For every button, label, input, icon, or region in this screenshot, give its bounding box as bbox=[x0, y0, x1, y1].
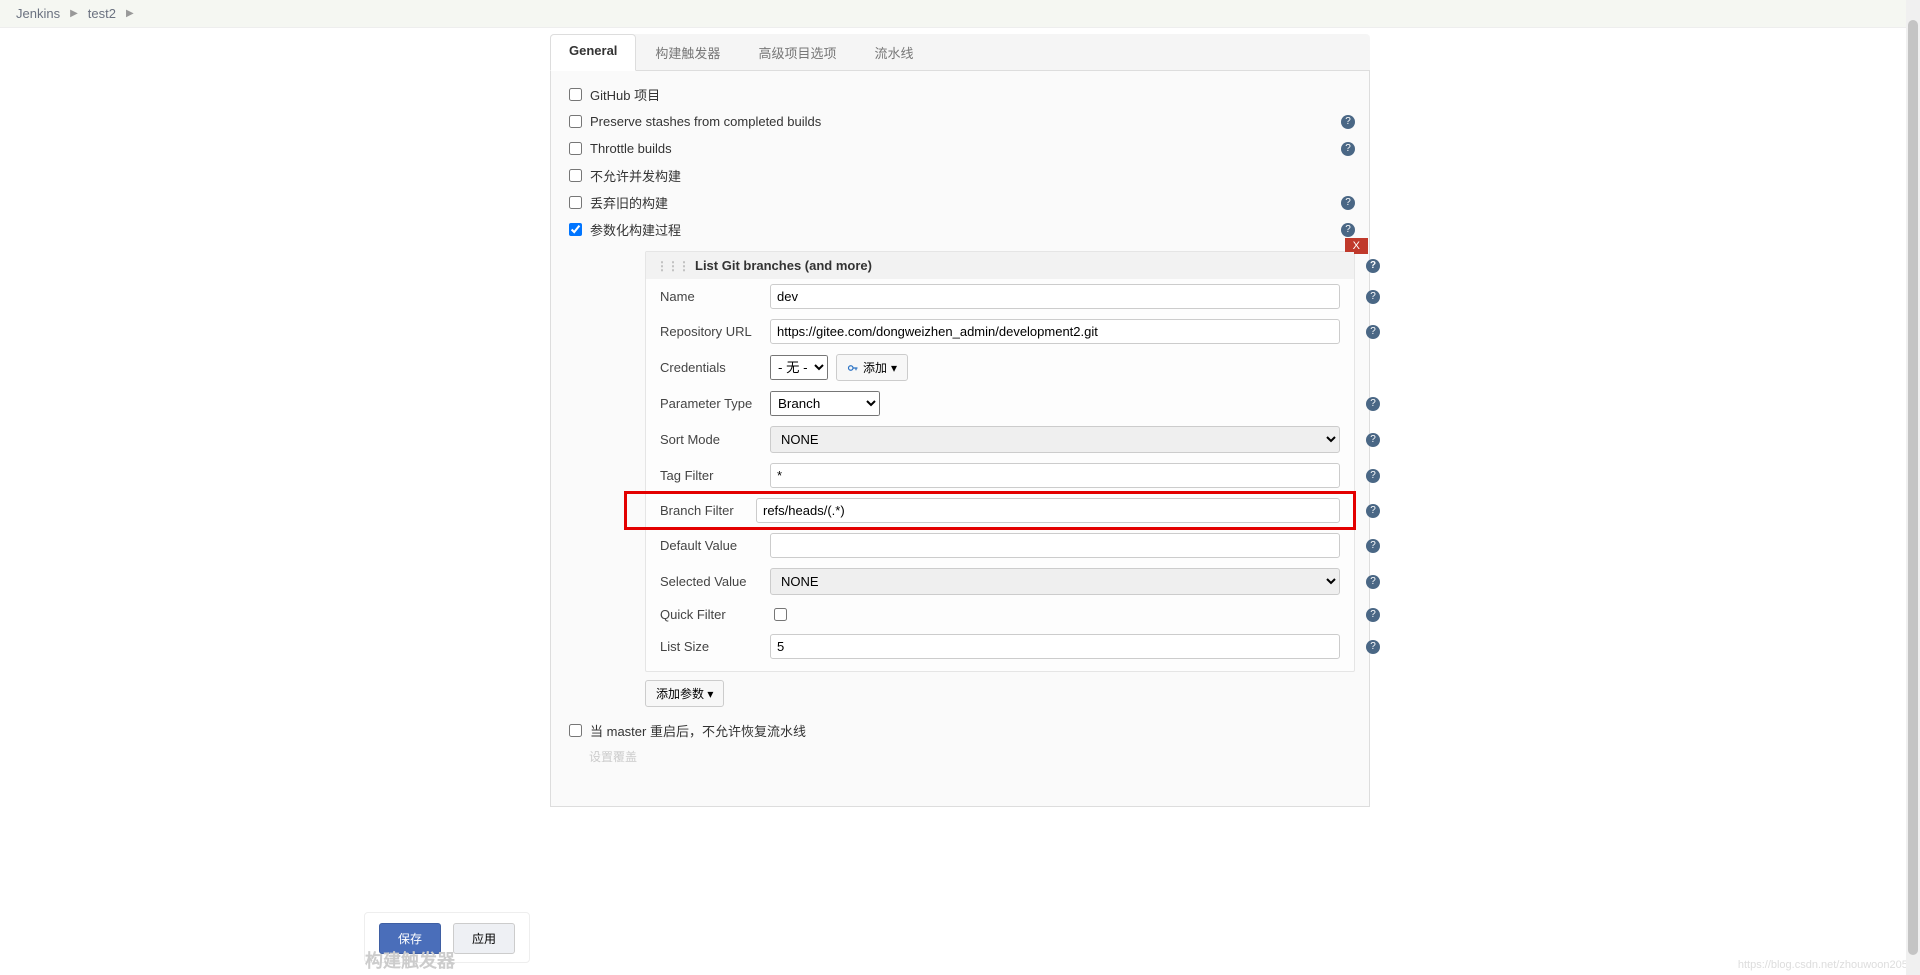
github-project-label: GitHub 项目 bbox=[590, 85, 660, 104]
throttle-builds-checkbox[interactable] bbox=[569, 142, 582, 155]
tab-advanced-project-options[interactable]: 高级项目选项 bbox=[739, 34, 855, 70]
add-credentials-button[interactable]: 添加 ▾ bbox=[836, 354, 908, 381]
add-credentials-label: 添加 bbox=[863, 359, 887, 376]
help-icon[interactable]: ? bbox=[1366, 259, 1380, 273]
section-heading-ghost: 构建触发器 bbox=[365, 947, 455, 973]
disallow-parallel-checkbox[interactable] bbox=[569, 169, 582, 182]
quick-filter-checkbox[interactable] bbox=[774, 608, 787, 621]
no-resume-checkbox[interactable] bbox=[569, 724, 582, 737]
discard-old-checkbox[interactable] bbox=[569, 196, 582, 209]
throttle-builds-label: Throttle builds bbox=[590, 141, 672, 156]
breadcrumb-job[interactable]: test2 bbox=[88, 6, 116, 21]
help-icon[interactable]: ? bbox=[1366, 433, 1380, 447]
help-icon[interactable]: ? bbox=[1366, 640, 1380, 654]
tag-filter-label: Tag Filter bbox=[660, 468, 770, 483]
help-icon[interactable]: ? bbox=[1366, 397, 1380, 411]
branch-filter-input[interactable] bbox=[756, 498, 1340, 523]
list-size-label: List Size bbox=[660, 639, 770, 654]
sort-mode-select[interactable]: NONE bbox=[770, 426, 1340, 453]
help-icon[interactable]: ? bbox=[1366, 290, 1380, 304]
scrollbar-thumb[interactable] bbox=[1908, 20, 1918, 955]
parameter-type-label: Parameter Type bbox=[660, 396, 770, 411]
partial-row-text: 设置覆盖 bbox=[589, 748, 1355, 765]
general-panel: GitHub 项目 Preserve stashes from complete… bbox=[550, 71, 1370, 807]
key-icon bbox=[847, 362, 859, 374]
tab-general[interactable]: General bbox=[550, 34, 636, 71]
caret-down-icon: ▾ bbox=[707, 687, 713, 701]
chevron-right-icon: ▶ bbox=[126, 8, 134, 19]
disallow-parallel-label: 不允许并发构建 bbox=[590, 166, 681, 185]
help-icon[interactable]: ? bbox=[1366, 325, 1380, 339]
chevron-right-icon: ▶ bbox=[70, 8, 78, 19]
sort-mode-label: Sort Mode bbox=[660, 432, 770, 447]
caret-down-icon: ▾ bbox=[891, 361, 897, 375]
help-icon[interactable]: ? bbox=[1366, 469, 1380, 483]
repo-url-input[interactable] bbox=[770, 319, 1340, 344]
default-value-input[interactable] bbox=[770, 533, 1340, 558]
selected-value-select[interactable]: NONE bbox=[770, 568, 1340, 595]
apply-button[interactable]: 应用 bbox=[453, 923, 515, 954]
credentials-label: Credentials bbox=[660, 360, 770, 375]
parameterized-label: 参数化构建过程 bbox=[590, 220, 681, 239]
parameter-type-select[interactable]: Branch bbox=[770, 391, 880, 416]
tag-filter-input[interactable] bbox=[770, 463, 1340, 488]
quick-filter-label: Quick Filter bbox=[660, 607, 770, 622]
config-tabs: General 构建触发器 高级项目选项 流水线 bbox=[550, 34, 1370, 71]
default-value-label: Default Value bbox=[660, 538, 770, 553]
discard-old-label: 丢弃旧的构建 bbox=[590, 193, 668, 212]
help-icon[interactable]: ? bbox=[1341, 115, 1355, 129]
add-parameter-button[interactable]: 添加参数 ▾ bbox=[645, 680, 724, 707]
help-icon[interactable]: ? bbox=[1341, 196, 1355, 210]
help-icon[interactable]: ? bbox=[1341, 142, 1355, 156]
selected-value-label: Selected Value bbox=[660, 574, 770, 589]
no-resume-label: 当 master 重启后，不允许恢复流水线 bbox=[590, 721, 806, 740]
branch-filter-label: Branch Filter bbox=[660, 503, 756, 518]
breadcrumb-root[interactable]: Jenkins bbox=[16, 6, 60, 21]
parameter-block: X ⋮⋮⋮ List Git branches (and more) ? Nam… bbox=[645, 251, 1355, 672]
help-icon[interactable]: ? bbox=[1366, 575, 1380, 589]
github-project-checkbox[interactable] bbox=[569, 88, 582, 101]
add-parameter-label: 添加参数 bbox=[656, 687, 704, 701]
breadcrumb: Jenkins ▶ test2 ▶ ▲ bbox=[0, 0, 1920, 28]
name-input[interactable] bbox=[770, 284, 1340, 309]
repo-url-label: Repository URL bbox=[660, 324, 770, 339]
preserve-stashes-checkbox[interactable] bbox=[569, 115, 582, 128]
credentials-select[interactable]: - 无 - bbox=[770, 355, 828, 380]
scrollbar[interactable] bbox=[1906, 0, 1920, 975]
help-icon[interactable]: ? bbox=[1366, 539, 1380, 553]
name-label: Name bbox=[660, 289, 770, 304]
tab-pipeline[interactable]: 流水线 bbox=[855, 34, 932, 70]
help-icon[interactable]: ? bbox=[1366, 608, 1380, 622]
tab-build-triggers[interactable]: 构建触发器 bbox=[636, 34, 739, 70]
parameter-title: List Git branches (and more) bbox=[695, 258, 872, 273]
help-icon[interactable]: ? bbox=[1341, 223, 1355, 237]
parameterized-checkbox[interactable] bbox=[569, 223, 582, 236]
watermark-text: https://blog.csdn.net/zhouwoon2050 bbox=[1738, 959, 1914, 971]
help-icon[interactable]: ? bbox=[1366, 504, 1380, 518]
preserve-stashes-label: Preserve stashes from completed builds bbox=[590, 114, 821, 129]
drag-handle-icon[interactable]: ⋮⋮⋮ bbox=[656, 259, 689, 273]
list-size-input[interactable] bbox=[770, 634, 1340, 659]
